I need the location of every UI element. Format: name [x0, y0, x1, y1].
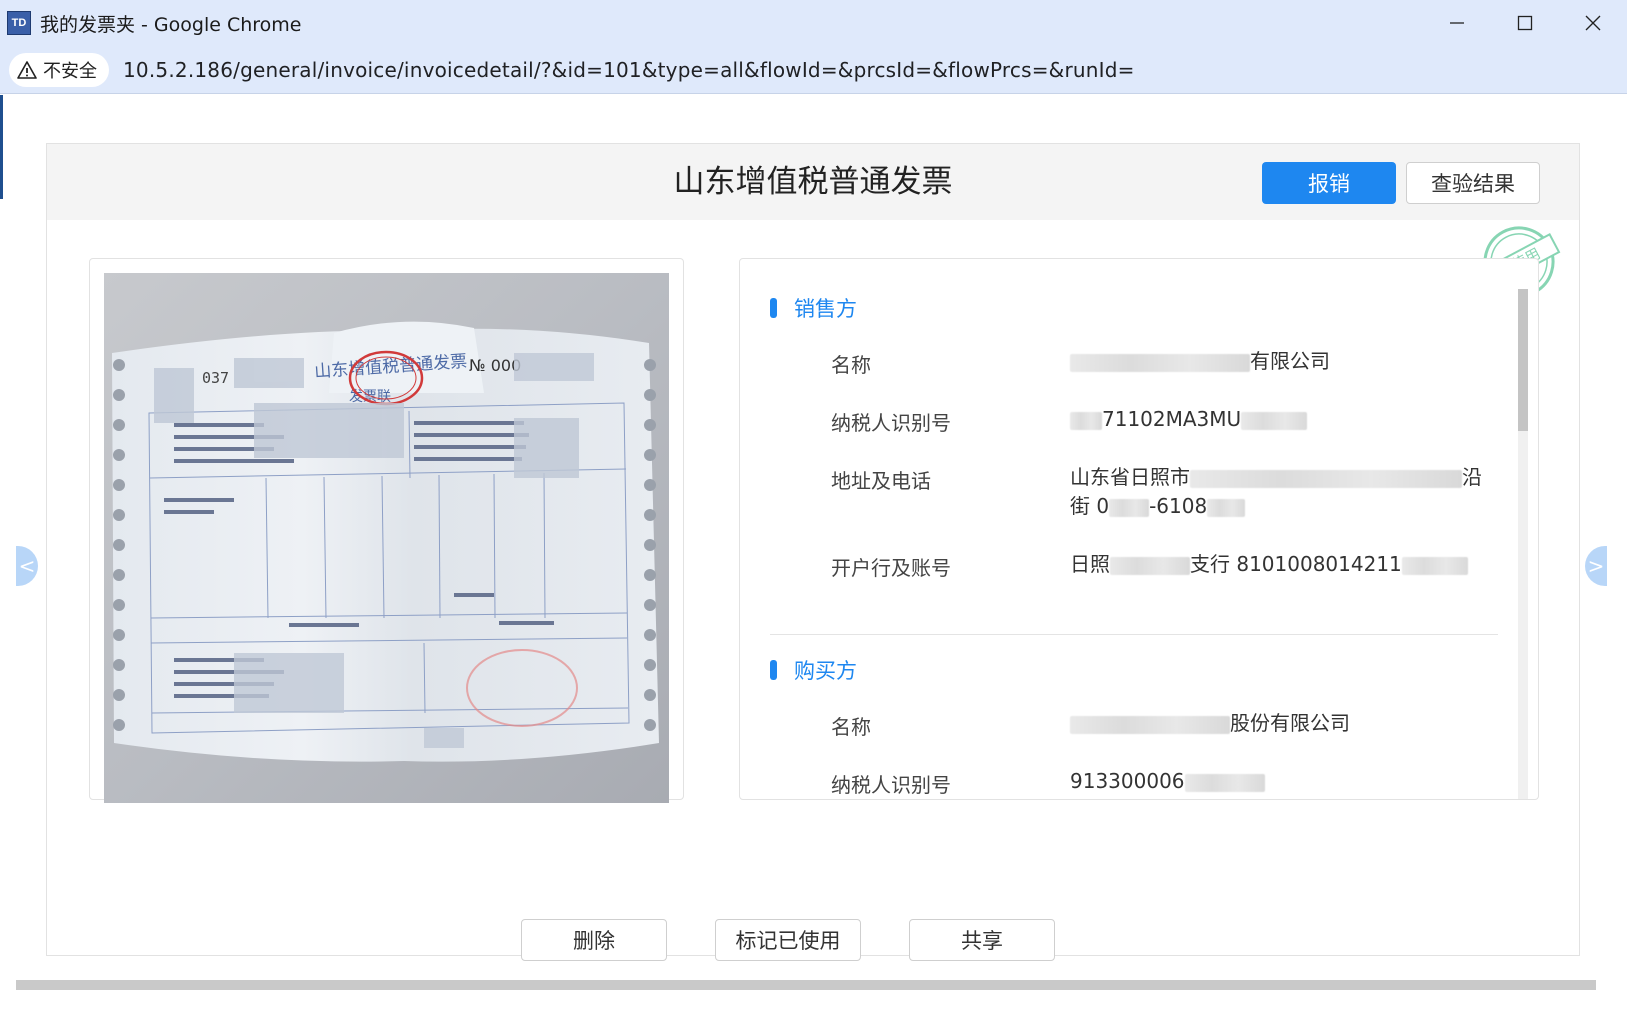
svg-text:№ 000: № 000: [469, 356, 521, 375]
buyer-name-label: 名称: [831, 715, 871, 739]
seller-section-header: 销售方: [770, 293, 857, 323]
redacted-text: [1184, 773, 1265, 792]
page-content: 山东增值税普通发票 报销 查验结果 未使用: [0, 95, 1627, 1010]
buyer-name-value: 股份有限公司: [1070, 709, 1350, 738]
seller-address-value: 山东省日照市沿 街 0 -6108: [1070, 465, 1482, 518]
chevron-right-icon: >: [1587, 554, 1605, 578]
buyer-taxid-label: 纳税人识别号: [831, 773, 951, 797]
svg-text:037: 037: [202, 369, 229, 387]
security-label: 不安全: [43, 60, 97, 82]
seller-bank-label: 开户行及账号: [831, 556, 951, 580]
redacted-text: [1241, 411, 1308, 430]
close-button[interactable]: [1559, 0, 1627, 46]
reimburse-button[interactable]: 报销: [1262, 162, 1396, 204]
mark-used-button[interactable]: 标记已使用: [715, 919, 861, 961]
page-edge-decoration: [0, 95, 3, 199]
app-logo-icon: TD: [7, 11, 31, 35]
window-controls: [1423, 0, 1627, 46]
invoice-photo[interactable]: 山东增值税普通发票 发票联 № 000 037: [104, 273, 669, 803]
seller-address-label: 地址及电话: [831, 469, 931, 493]
invoice-image-panel: 山东增值税普通发票 发票联 № 000 037: [89, 258, 684, 803]
chevron-left-icon: <: [18, 554, 36, 578]
address-bar: 不安全 10.5.2.186/general/invoice/invoicede…: [0, 46, 1627, 94]
redacted-text: [1110, 556, 1190, 575]
invoice-detail-card: 山东增值税普通发票 报销 查验结果 未使用: [46, 143, 1580, 961]
url-field[interactable]: 10.5.2.186/general/invoice/invoicedetail…: [123, 58, 1135, 82]
buyer-section-title: 购买方: [794, 659, 857, 683]
redacted-text: [1207, 498, 1246, 517]
minimize-button[interactable]: [1423, 0, 1491, 46]
window-title: 我的发票夹 - Google Chrome: [40, 13, 302, 36]
seller-taxid-value: 71102MA3MU: [1070, 405, 1308, 434]
site-security-chip[interactable]: 不安全: [9, 52, 109, 87]
seller-taxid-label: 纳税人识别号: [831, 411, 951, 435]
redacted-text: [1070, 715, 1230, 734]
delete-button[interactable]: 删除: [521, 919, 667, 961]
close-icon: [1585, 15, 1601, 31]
buyer-section-header: 购买方: [770, 655, 857, 685]
share-button[interactable]: 共享: [909, 919, 1055, 961]
detail-scrollbar-thumb[interactable]: [1518, 289, 1528, 431]
redacted-text: [1070, 353, 1250, 372]
invoice-detail-panel: 销售方 名称 有限公司 纳税人识别号 71102MA3MU 地址及电话 山东省日…: [739, 258, 1539, 800]
redacted-text: [1401, 556, 1468, 575]
redacted-text: [1070, 411, 1102, 430]
buyer-taxid-value: 913300006: [1070, 767, 1265, 796]
warning-icon: [17, 60, 37, 79]
verify-result-button[interactable]: 查验结果: [1406, 162, 1540, 204]
maximize-icon: [1517, 15, 1533, 31]
seller-bank-value: 日照 支行 8101008014211: [1070, 550, 1468, 579]
section-divider: [770, 634, 1498, 635]
redacted-text: [1109, 498, 1150, 517]
seller-section-title: 销售方: [794, 297, 857, 321]
seller-name-value: 有限公司: [1070, 347, 1330, 376]
seller-name-label: 名称: [831, 353, 871, 377]
minimize-icon: [1450, 22, 1464, 24]
redacted-text: [1190, 469, 1462, 488]
section-accent-bar: [770, 298, 777, 318]
horizontal-scrollbar[interactable]: [16, 980, 1596, 990]
section-accent-bar: [770, 660, 777, 680]
window-titlebar: TD 我的发票夹 - Google Chrome: [0, 0, 1627, 46]
maximize-button[interactable]: [1491, 0, 1559, 46]
